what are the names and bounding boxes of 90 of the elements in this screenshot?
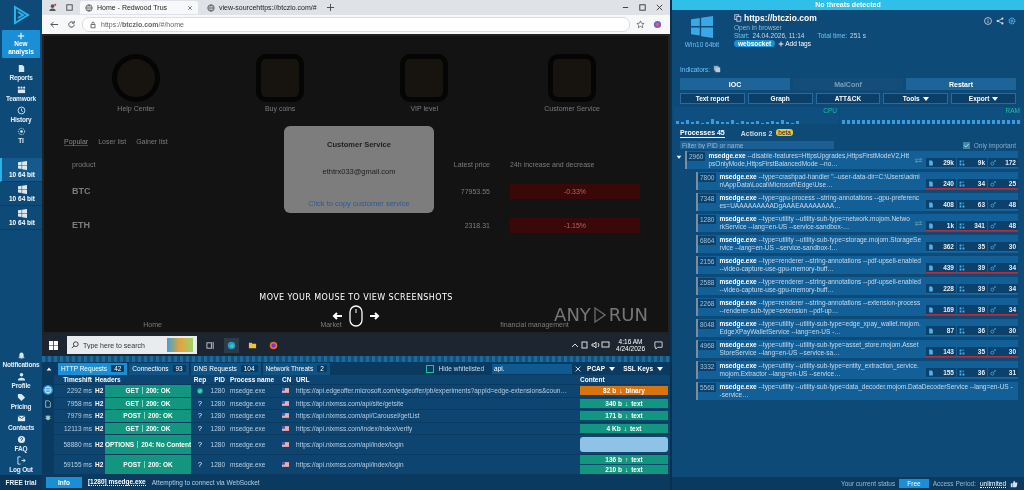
plus-icon: [17, 32, 25, 40]
registry-icon: [959, 369, 965, 376]
windows-icon: [17, 185, 27, 194]
file-icon: [928, 243, 934, 250]
close-icon[interactable]: [187, 4, 193, 11]
maximize-icon[interactable]: [638, 3, 647, 12]
registry-icon: [959, 201, 965, 208]
question-icon: [16, 435, 26, 444]
registry-icon: [959, 180, 965, 187]
document-icon: [16, 64, 26, 73]
checkbox[interactable]: [962, 141, 970, 149]
profile-icon: [48, 3, 57, 12]
collapse-caret-icon[interactable]: [676, 154, 682, 160]
registry-icon: [959, 243, 965, 250]
analysis-url: https://btczio.com: [744, 13, 817, 23]
module-icon: [990, 159, 996, 166]
flag-icon: [282, 413, 289, 419]
file-icon: [928, 327, 934, 334]
copy-icon[interactable]: [734, 14, 742, 22]
file-icon: [928, 201, 934, 208]
envelope-icon: [16, 414, 26, 423]
bug-icon[interactable]: [44, 413, 52, 421]
checkbox[interactable]: [425, 364, 434, 373]
coin-symbol: BTC: [72, 186, 91, 196]
module-icon: [990, 369, 996, 376]
registry-icon: [959, 327, 965, 334]
close-icon[interactable]: [655, 3, 664, 12]
puzzle-picture: [167, 338, 193, 352]
indicator-icon[interactable]: [713, 65, 721, 73]
registry-icon: [959, 222, 965, 229]
reload-icon[interactable]: [67, 20, 76, 29]
screenshot-hint: MOVE YOUR MOUSE TO VIEW SCREENSHOTS: [259, 293, 453, 302]
module-icon: [990, 264, 996, 271]
coin-symbol: ETH: [72, 220, 90, 230]
registry-icon: [959, 306, 965, 313]
flag-icon: [282, 442, 289, 447]
edge-browser-icon[interactable]: [224, 337, 239, 353]
file-icon: [928, 159, 934, 166]
flag-icon: [282, 425, 289, 431]
file-icon: [928, 285, 934, 292]
module-icon: [990, 348, 996, 355]
history-icon: [16, 106, 26, 115]
module-icon: [990, 243, 996, 250]
people-icon: [16, 85, 26, 94]
globe-icon: [85, 3, 93, 12]
back-arrow-icon[interactable]: [50, 20, 59, 29]
windows-icon: [17, 161, 27, 170]
file-icon: [928, 306, 934, 313]
logout-icon: [16, 456, 26, 465]
tag-icon: [16, 393, 26, 402]
user-icon: [16, 372, 26, 381]
file-icon: [928, 222, 934, 229]
module-icon: [990, 306, 996, 313]
document-icon[interactable]: [44, 400, 52, 408]
plus-icon: [778, 40, 785, 47]
lock-icon: [89, 20, 97, 29]
play-logo-icon: [11, 5, 31, 25]
settings-icon[interactable]: [1008, 17, 1016, 25]
registry-icon: [959, 159, 965, 166]
registry-icon: [959, 348, 965, 355]
share-icon[interactable]: [996, 17, 1004, 25]
copilot-icon[interactable]: [653, 20, 662, 29]
registry-icon: [959, 285, 965, 292]
file-icon: [928, 348, 934, 355]
file-icon: [928, 264, 934, 271]
registry-icon: [959, 264, 965, 271]
file-icon: [928, 369, 934, 376]
info-icon[interactable]: [984, 17, 992, 25]
thumbs-up-icon[interactable]: [1010, 479, 1018, 488]
new-tab-icon[interactable]: [326, 3, 335, 12]
file-icon: [928, 180, 934, 187]
system-tray-icon[interactable]: [570, 340, 611, 350]
tab-actions-icon: [65, 3, 74, 12]
globe-icon[interactable]: [43, 385, 53, 395]
gear-icon: [16, 127, 26, 136]
globe-icon: [207, 3, 215, 12]
bell-icon: [16, 351, 26, 360]
module-icon: [990, 222, 996, 229]
windows-icon: [17, 209, 27, 218]
windows-logo-icon: [691, 16, 713, 38]
flag-icon: [282, 462, 289, 467]
module-icon: [990, 285, 996, 292]
flag-icon: [282, 388, 289, 394]
flag-icon: [282, 400, 289, 406]
search-icon: [71, 341, 79, 349]
module-icon: [990, 201, 996, 208]
module-icon: [990, 180, 996, 187]
module-icon: [990, 327, 996, 334]
clear-icon[interactable]: [574, 364, 583, 373]
star-icon[interactable]: [636, 20, 645, 29]
